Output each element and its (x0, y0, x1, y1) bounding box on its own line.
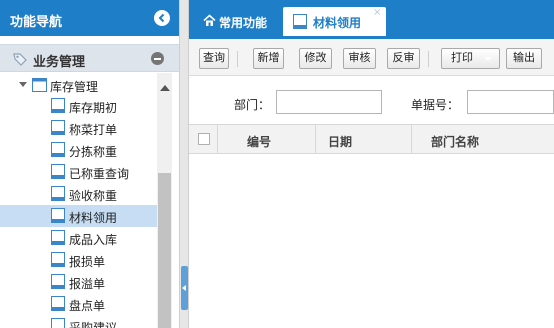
collapse-left-icon[interactable] (154, 10, 170, 26)
tree-node-inventory-management[interactable]: 库存管理 (0, 75, 157, 95)
add-button[interactable]: 新增 (253, 48, 284, 69)
print-dropdown-button[interactable]: 打印 (441, 48, 500, 69)
document-icon (51, 230, 65, 248)
edit-button[interactable]: 修改 (299, 48, 332, 69)
nav-header: 功能导航 (0, 0, 179, 36)
tag-icon (12, 51, 28, 70)
docno-input[interactable] (467, 90, 554, 114)
tree-item-receive-weigh[interactable]: 验收称重 (0, 183, 157, 205)
col-label: 日期 (328, 135, 353, 149)
tree-item-material-requisition[interactable]: 材料领用 (0, 205, 157, 227)
document-icon (51, 318, 65, 328)
navigation-panel: 功能导航 业务管理 库存管理 库存期初 称菜打单 分拣称重 已称重查询 验收称重… (0, 0, 179, 328)
tree-item-purchase-suggestion[interactable]: 采购建议 (0, 315, 157, 328)
folder-icon (32, 78, 47, 95)
section-title: 业务管理 (33, 55, 86, 70)
dept-label: 部门： (234, 98, 271, 112)
document-icon (51, 164, 65, 182)
tree-item-opening-stock[interactable]: 库存期初 (0, 95, 157, 117)
tab-material-requisition[interactable]: 材料领用 × (283, 7, 386, 36)
collapse-handle-icon[interactable] (181, 266, 188, 310)
select-all-column (189, 125, 218, 153)
expand-arrow-icon[interactable] (19, 82, 27, 87)
tree-root-label: 库存管理 (50, 80, 99, 94)
nav-tree: 库存管理 库存期初 称菜打单 分拣称重 已称重查询 验收称重 材料领用 成品入库… (0, 73, 157, 328)
filter-bar: 部门： 单据号： (189, 77, 554, 123)
tab-common-functions[interactable]: 常用功能 (197, 7, 271, 36)
tree-item-label: 已称重查询 (69, 167, 130, 181)
tree-item-label: 材料领用 (69, 211, 118, 225)
panel-splitter[interactable] (179, 0, 189, 328)
document-icon (51, 142, 65, 160)
scroll-up-arrow-icon[interactable] (160, 85, 170, 91)
home-icon (203, 14, 216, 30)
tree-item-overflow-report[interactable]: 报溢单 (0, 271, 157, 293)
scrollbar-thumb[interactable] (158, 173, 171, 328)
col-number[interactable]: 编号 (218, 125, 316, 153)
tree-item-loss-report[interactable]: 报损单 (0, 249, 157, 271)
tree-item-finished-goods-in[interactable]: 成品入库 (0, 227, 157, 249)
tree-item-weigh-print[interactable]: 称菜打单 (0, 117, 157, 139)
grid-header: 编号 日期 部门名称 (189, 124, 554, 154)
tree-item-label: 盘点单 (69, 299, 106, 313)
unaudit-button[interactable]: 反审 (387, 48, 420, 69)
grid-body (189, 154, 554, 328)
tab-label: 材料领用 (313, 16, 362, 30)
dept-input[interactable] (276, 90, 382, 114)
document-icon (51, 186, 65, 204)
col-label: 部门名称 (431, 135, 480, 149)
toolbar: 查询 新增 修改 审核 反审 打印 输出 (189, 39, 554, 76)
tree-item-label: 报损单 (69, 255, 106, 269)
tab-bar: 常用功能 材料领用 × (189, 0, 554, 36)
document-icon (51, 252, 65, 270)
document-icon (51, 208, 65, 226)
audit-button[interactable]: 审核 (343, 48, 376, 69)
chevron-down-icon (484, 57, 492, 61)
tree-item-label: 库存期初 (69, 101, 118, 115)
col-dept-name[interactable]: 部门名称 (412, 125, 554, 153)
tree-item-weighed-query[interactable]: 已称重查询 (0, 161, 157, 183)
section-business-management[interactable]: 业务管理 (0, 44, 179, 72)
tree-item-label: 报溢单 (69, 277, 106, 291)
toolbar-separator (428, 51, 429, 67)
tree-item-label: 成品入库 (69, 233, 118, 247)
document-icon (51, 274, 65, 292)
tab-label: 常用功能 (219, 16, 268, 30)
toolbar-separator (237, 51, 238, 67)
document-icon (51, 296, 65, 314)
tree-item-label: 称菜打单 (69, 123, 118, 137)
close-icon[interactable]: × (373, 7, 381, 18)
document-icon (51, 120, 65, 138)
docno-label: 单据号： (411, 98, 460, 112)
tree-item-stocktake[interactable]: 盘点单 (0, 293, 157, 315)
tree-item-label: 分拣称重 (69, 145, 118, 159)
document-icon (293, 14, 307, 32)
select-all-checkbox[interactable] (198, 133, 210, 145)
nav-scrollbar[interactable] (157, 73, 172, 328)
tree-item-label: 验收称重 (69, 189, 118, 203)
query-button[interactable]: 查询 (199, 48, 229, 69)
col-date[interactable]: 日期 (316, 125, 412, 153)
print-label: 打印 (451, 52, 473, 64)
export-button[interactable]: 输出 (506, 48, 542, 69)
document-icon (51, 98, 65, 116)
col-label: 编号 (247, 135, 272, 149)
nav-title: 功能导航 (10, 15, 63, 30)
tree-item-sort-weigh[interactable]: 分拣称重 (0, 139, 157, 161)
tree-item-label: 采购建议 (69, 321, 118, 328)
minus-circle-icon[interactable] (151, 52, 164, 65)
